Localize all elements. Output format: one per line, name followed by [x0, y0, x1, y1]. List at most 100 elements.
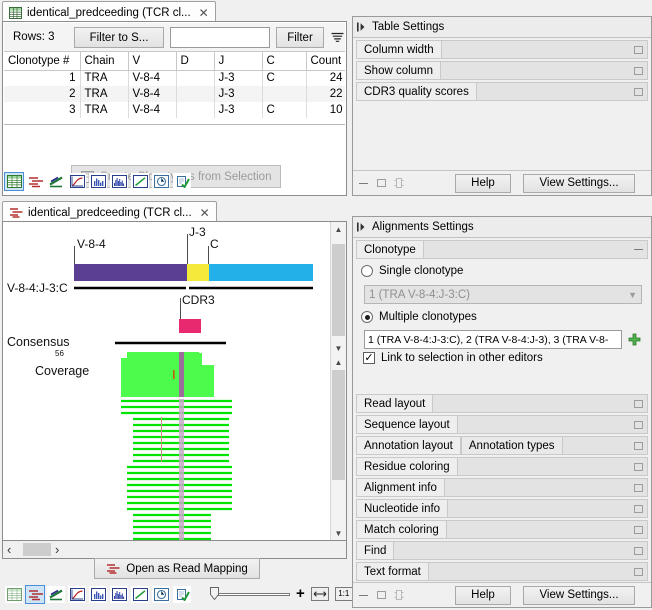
restore-icon[interactable]	[629, 563, 647, 580]
scroll-thumb[interactable]	[332, 370, 345, 480]
scroll-down-icon[interactable]: ▼	[331, 526, 346, 540]
restore-icon[interactable]	[629, 479, 647, 496]
table-row[interactable]: 3 TRA V-8-4 J-3 C 10	[4, 102, 345, 118]
group-residue-coloring[interactable]: Residue coloring	[356, 457, 648, 476]
zoom-in-icon[interactable]: +	[296, 586, 305, 601]
table-view-icon[interactable]	[4, 172, 24, 191]
zoom-one-to-one-button[interactable]: 1:1	[334, 586, 353, 601]
restore-icon[interactable]	[629, 542, 647, 559]
group-nucleotide-info[interactable]: Nucleotide info	[356, 499, 648, 518]
zoom-slider-thumb[interactable]	[210, 586, 219, 600]
column-header-c[interactable]: C	[262, 52, 307, 71]
filter-button[interactable]: Filter	[276, 27, 324, 48]
view-settings-button[interactable]: View Settings...	[523, 173, 635, 193]
single-clonotype-option[interactable]: Single clonotype	[361, 265, 463, 277]
help-button[interactable]: Help	[455, 173, 511, 193]
scroll-up-icon[interactable]: ▲	[331, 222, 346, 236]
circular-view-icon[interactable]	[152, 173, 170, 190]
alignment-hscrollbar[interactable]: ‹ ›	[2, 541, 347, 559]
chevron-down-icon[interactable]: ▼	[628, 290, 637, 300]
group-find[interactable]: Find	[356, 541, 648, 560]
group-show-column[interactable]: Show column	[356, 61, 648, 80]
group-read-layout[interactable]: Read layout	[356, 394, 648, 413]
group-sequence-layout[interactable]: Sequence layout	[356, 415, 648, 434]
expand-arrow-icon[interactable]	[357, 22, 366, 32]
scroll-left-icon[interactable]: ‹	[7, 542, 11, 557]
column-header-v[interactable]: V	[128, 52, 177, 71]
restore-icon[interactable]	[629, 437, 647, 454]
column-header-count[interactable]: Count	[306, 52, 345, 71]
filter-to-selection-button[interactable]: Filter to S...	[74, 27, 164, 48]
read-mapping-view-icon[interactable]	[26, 173, 44, 190]
add-plus-icon[interactable]	[628, 333, 641, 346]
link-to-selection-option[interactable]: ✓ Link to selection in other editors	[363, 352, 543, 364]
collapse-icon[interactable]	[629, 241, 647, 258]
column-header-clonotype[interactable]: Clonotype #	[4, 52, 81, 71]
restore-icon[interactable]	[375, 591, 387, 599]
histogram-view-icon[interactable]	[89, 586, 107, 603]
expand-arrow-icon[interactable]	[357, 222, 366, 232]
dock-icon[interactable]	[393, 590, 405, 600]
group-text-format[interactable]: Text format	[356, 562, 648, 581]
table-row[interactable]: 2 TRA V-8-4 J-3 22	[4, 86, 345, 102]
trend-chart-view-icon[interactable]	[131, 173, 149, 190]
link-to-selection-checkbox[interactable]: ✓	[363, 352, 375, 364]
circular-view-icon[interactable]	[152, 586, 170, 603]
alignment-vscrollbar-lower[interactable]: ▲ ▼	[330, 355, 346, 540]
scroll-up-icon[interactable]: ▲	[331, 355, 346, 369]
restore-icon[interactable]	[629, 458, 647, 475]
zoom-slider[interactable]	[210, 586, 290, 601]
clonotype-table[interactable]: Clonotype # Chain V D J C Count 1 TRA V-…	[4, 52, 345, 125]
single-clonotype-radio[interactable]	[361, 265, 373, 277]
group-alignment-info[interactable]: Alignment info	[356, 478, 648, 497]
filter-menu-icon[interactable]	[328, 27, 346, 48]
bar-chart-view-icon[interactable]	[110, 586, 128, 603]
column-header-d[interactable]: D	[176, 52, 215, 71]
tab-clonotype-table[interactable]: identical_predceeding (TCR cl... ✕	[2, 1, 216, 23]
minimize-icon[interactable]	[357, 182, 369, 184]
scroll-thumb[interactable]	[332, 244, 345, 336]
minimize-icon[interactable]	[357, 594, 369, 596]
bar-chart-view-icon[interactable]	[110, 173, 128, 190]
dock-icon[interactable]	[393, 178, 405, 188]
group-annotation-layout[interactable]: Annotation layout Annotation types	[356, 436, 648, 455]
read-mapping-view-icon[interactable]	[25, 585, 45, 604]
table-row[interactable]: 1 TRA V-8-4 J-3 C 24	[4, 70, 345, 86]
scroll-right-icon[interactable]: ›	[55, 542, 59, 557]
hscroll-thumb[interactable]	[23, 543, 51, 556]
column-header-chain[interactable]: Chain	[80, 52, 129, 71]
line-chart-view-icon[interactable]	[68, 173, 86, 190]
trend-chart-view-icon[interactable]	[131, 586, 149, 603]
histogram-view-icon[interactable]	[89, 173, 107, 190]
table-view-icon[interactable]	[5, 586, 23, 603]
alignment-vscrollbar-upper[interactable]: ▲ ▼	[330, 222, 346, 355]
restore-icon[interactable]	[629, 500, 647, 517]
group-match-coloring[interactable]: Match coloring	[356, 520, 648, 539]
close-icon[interactable]: ✕	[200, 207, 210, 219]
restore-icon[interactable]	[629, 416, 647, 433]
scroll-down-icon[interactable]: ▼	[331, 341, 346, 355]
restore-icon[interactable]	[629, 521, 647, 538]
help-button[interactable]: Help	[455, 585, 511, 605]
multiple-clonotypes-radio[interactable]	[361, 311, 373, 323]
fit-width-icon[interactable]	[310, 586, 329, 601]
group-tab-annotation-types[interactable]: Annotation types	[460, 437, 563, 454]
alignment-graphic[interactable]: V-8-4 J-3 C V-8-4 J-3 C	[3, 222, 331, 540]
clonotype-group-header[interactable]: Clonotype	[356, 240, 648, 259]
restore-icon[interactable]	[629, 62, 647, 79]
view-settings-button[interactable]: View Settings...	[523, 585, 635, 605]
restore-icon[interactable]	[629, 83, 647, 100]
open-as-read-mapping-button[interactable]: Open as Read Mapping	[94, 558, 260, 579]
group-cdr3-quality-scores[interactable]: CDR3 quality scores	[356, 82, 648, 101]
multiple-clonotypes-field[interactable]: 1 (TRA V-8-4:J-3:C), 2 (TRA V-8-4:J-3), …	[364, 330, 622, 349]
group-column-width[interactable]: Column width	[356, 40, 648, 59]
restore-icon[interactable]	[629, 41, 647, 58]
search-input[interactable]	[170, 27, 270, 48]
alignment-view-icon[interactable]	[47, 586, 65, 603]
close-icon[interactable]: ✕	[199, 7, 209, 19]
multiple-clonotypes-option[interactable]: Multiple clonotypes	[361, 311, 477, 323]
restore-icon[interactable]	[375, 179, 387, 187]
line-chart-view-icon[interactable]	[68, 586, 86, 603]
report-view-icon[interactable]	[173, 586, 191, 603]
column-header-j[interactable]: J	[214, 52, 263, 71]
